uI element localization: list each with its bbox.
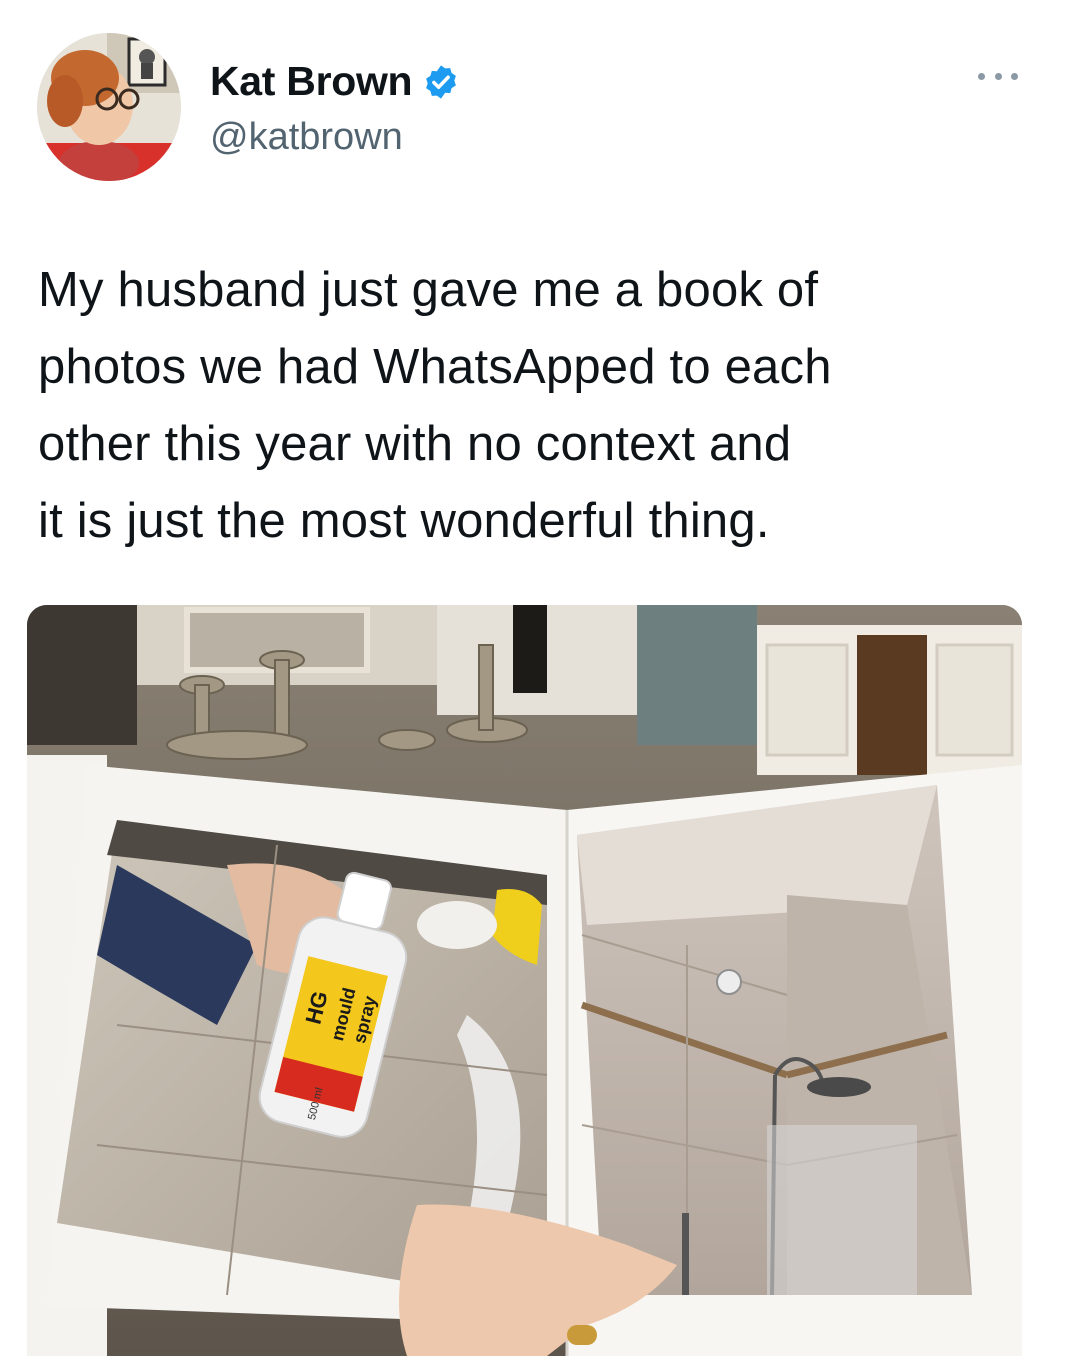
tweet-text: My husband just gave me a book of photos… [38,263,832,548]
author-display-name[interactable]: Kat Brown [210,58,413,105]
tweet-card: Kat Brown @katbrown My husband just gave… [0,0,1085,1356]
more-dots-icon[interactable] [978,66,1018,86]
tweet-photo[interactable]: HG mould spray 500 ml [27,605,1022,1356]
author-handle[interactable]: @katbrown [210,116,403,159]
avatar[interactable] [37,33,181,181]
verified-badge-icon [422,63,460,101]
